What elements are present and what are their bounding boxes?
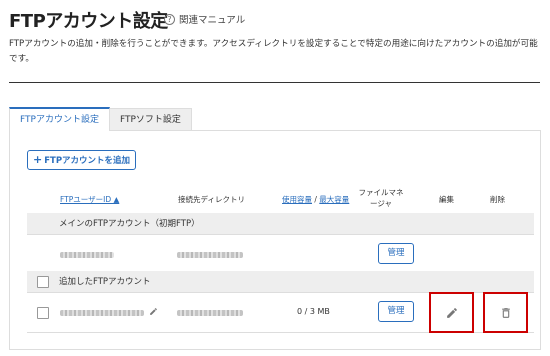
table-row: 管理	[27, 236, 534, 274]
file-manager-button[interactable]: 管理	[378, 243, 414, 264]
trash-icon	[501, 307, 510, 318]
tab-bar: FTPアカウント設定 FTPソフト設定	[9, 107, 192, 131]
column-header-delete: 削除	[490, 195, 505, 204]
sort-max-capacity-link[interactable]: 最大容量	[319, 195, 349, 204]
delete-button[interactable]	[483, 292, 528, 333]
column-header-usage: 使用容量 / 最大容量	[282, 194, 349, 205]
pencil-icon[interactable]	[149, 307, 158, 316]
related-manual-label: 関連マニュアル	[179, 15, 246, 26]
table-row: 0 / 3 MB 管理	[27, 292, 534, 333]
file-manager-button[interactable]: 管理	[378, 301, 414, 322]
add-ftp-account-label: FTPアカウントを追加	[44, 156, 131, 166]
page-title: FTPアカウント設定	[9, 11, 168, 32]
tab-ftp-software-settings[interactable]: FTPソフト設定	[109, 108, 192, 131]
select-all-checkbox[interactable]	[37, 276, 49, 288]
tab-ftp-account-settings[interactable]: FTPアカウント設定	[9, 107, 110, 131]
section-header-added-accounts: 追加したFTPアカウント	[27, 271, 534, 293]
masked-directory	[177, 252, 243, 258]
section-label: メインのFTPアカウント（初期FTP）	[59, 219, 200, 229]
related-manual-link[interactable]: ? 関連マニュアル	[164, 12, 245, 26]
section-label: 追加したFTPアカウント	[59, 277, 151, 287]
header-divider	[9, 82, 540, 83]
column-header-ftp-user-id[interactable]: FTPユーザーID ▲	[60, 194, 119, 205]
sort-ftp-user-id-link[interactable]: FTPユーザーID ▲	[60, 195, 119, 204]
column-header-directory: 接続先ディレクトリ	[178, 195, 245, 204]
help-circle-icon: ?	[164, 13, 175, 25]
masked-user-id	[60, 310, 144, 316]
page-description: FTPアカウントの追加・削除を行うことができます。アクセスディレクトリを設定する…	[9, 39, 538, 64]
section-header-main-account: メインのFTPアカウント（初期FTP）	[27, 213, 534, 235]
row-checkbox[interactable]	[37, 307, 49, 319]
masked-user-id	[60, 252, 114, 258]
column-header-edit: 編集	[439, 195, 454, 204]
masked-directory	[177, 310, 243, 316]
account-panel: + FTPアカウントを追加 FTPユーザーID ▲ 接続先ディレクトリ 使用容量 …	[9, 130, 541, 350]
sort-usage-link[interactable]: 使用容量	[282, 195, 312, 204]
edit-button[interactable]	[429, 292, 474, 333]
add-ftp-account-button[interactable]: + FTPアカウントを追加	[27, 150, 137, 170]
plus-icon: +	[33, 153, 43, 166]
usage-value: 0 / 3 MB	[297, 307, 330, 316]
pencil-icon	[446, 307, 457, 318]
column-header-file-manager: ファイルマネージャ	[358, 188, 404, 208]
